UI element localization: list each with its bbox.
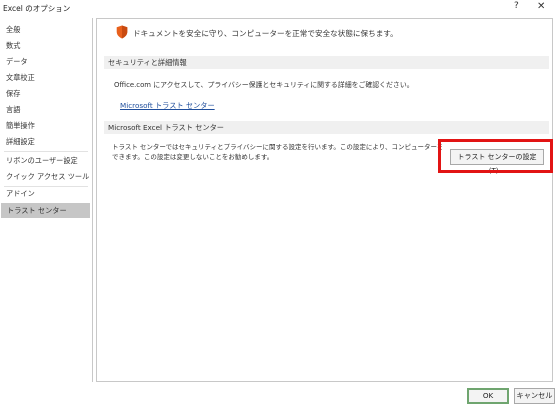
close-icon[interactable]: ✕ (537, 1, 545, 12)
title-bar: Excel のオプション ? ✕ (0, 0, 555, 16)
options-sidebar: 全般 数式 データ 文章校正 保存 言語 簡単操作 詳細設定 リボンのユーザー設… (0, 18, 93, 382)
trust-center-settings-button[interactable]: トラスト センターの設定(T)... (450, 149, 544, 175)
content-panel (96, 18, 553, 382)
sidebar-item-customize-ribbon[interactable]: リボンのユーザー設定 (0, 153, 90, 168)
help-icon[interactable]: ? (514, 1, 519, 11)
sidebar-item-advanced[interactable]: 詳細設定 (0, 134, 90, 149)
trust-center-description-line: トラスト センターではセキュリティとプライバシーに関する設定を行います。この設定… (112, 143, 442, 151)
ok-button[interactable]: OK (467, 388, 509, 404)
sidebar-item-language[interactable]: 言語 (0, 102, 90, 117)
sidebar-item-general[interactable]: 全般 (0, 22, 90, 37)
trust-center-description: トラスト センターではセキュリティとプライバシーに関する設定を行います。この設定… (112, 142, 442, 162)
shield-icon (116, 25, 128, 39)
privacy-section-header: セキュリティと詳細情報 (104, 56, 549, 69)
privacy-description: Office.com にアクセスして、プライバシー保護とセキュリティに関する詳細… (114, 81, 414, 89)
sidebar-item-trust-center[interactable]: トラスト センター (1, 203, 90, 218)
trust-center-description-line: できます。この設定は変更しないことをお勧めします。 (112, 153, 274, 161)
window-title: Excel のオプション (3, 4, 71, 13)
sidebar-item-accessibility[interactable]: 簡単操作 (0, 118, 90, 133)
trust-center-section-header: Microsoft Excel トラスト センター (104, 121, 549, 134)
cancel-button[interactable]: キャンセル (514, 388, 555, 404)
page-headline: ドキュメントを安全に守り、コンピューターを正常で安全な状態に保ちます。 (133, 29, 398, 38)
sidebar-item-proofing[interactable]: 文章校正 (0, 70, 90, 85)
sidebar-item-formulas[interactable]: 数式 (0, 38, 90, 53)
microsoft-trust-center-link[interactable]: Microsoft トラスト センター (120, 101, 215, 111)
sidebar-item-quick-access-toolbar[interactable]: クイック アクセス ツール バー (0, 169, 90, 184)
sidebar-item-data[interactable]: データ (0, 54, 90, 69)
sidebar-item-addins[interactable]: アドイン (0, 186, 90, 201)
sidebar-item-save[interactable]: 保存 (0, 86, 90, 101)
sidebar-divider (4, 151, 88, 152)
